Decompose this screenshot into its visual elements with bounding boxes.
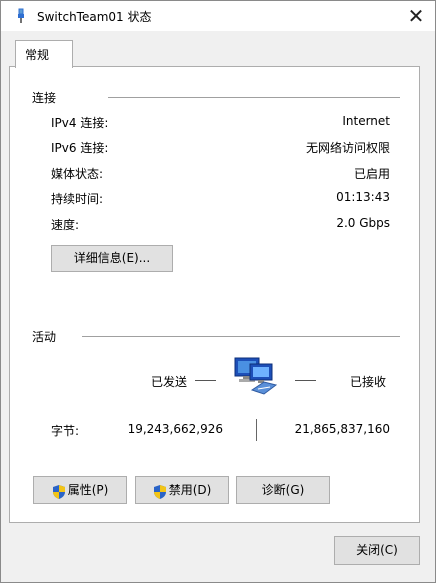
details-button[interactable]: 详细信息(E)... xyxy=(51,245,173,272)
diagnose-button[interactable]: 诊断(G) xyxy=(236,476,330,504)
media-state-label: 媒体状态: xyxy=(51,167,104,181)
disable-button-label: 禁用(D) xyxy=(168,483,212,497)
tab-panel-general: 连接 IPv4 连接: Internet IPv6 连接: 无网络访问权限 媒体… xyxy=(9,66,420,523)
properties-button-label: 属性(P) xyxy=(67,483,109,497)
received-dash xyxy=(295,380,316,381)
window-title: SwitchTeam01 状态 xyxy=(37,10,152,24)
uac-shield-icon xyxy=(153,483,167,499)
speed-value: 2.0 Gbps xyxy=(336,216,390,230)
tab-label: 常规 xyxy=(25,48,50,62)
ipv4-value: Internet xyxy=(342,114,390,128)
activity-section-label: 活动 xyxy=(32,330,57,344)
duration-label: 持续时间: xyxy=(51,192,104,206)
status-window: SwitchTeam01 状态 ✕ 常规 连接 IPv4 连接: Interne… xyxy=(0,0,436,583)
received-label: 已接收 xyxy=(350,375,387,389)
ipv6-value: 无网络访问权限 xyxy=(305,141,390,155)
close-button-label: 关闭(C) xyxy=(356,543,398,557)
duration-value: 01:13:43 xyxy=(336,190,390,204)
disable-button[interactable]: 禁用(D) xyxy=(135,476,229,504)
diagnose-button-label: 诊断(G) xyxy=(261,483,305,497)
ipv4-label: IPv4 连接: xyxy=(51,116,109,130)
uac-shield-icon xyxy=(52,483,66,499)
network-computers-icon xyxy=(230,354,282,398)
bytes-separator xyxy=(256,419,257,441)
details-button-label: 详细信息(E)... xyxy=(73,251,151,265)
speed-label: 速度: xyxy=(51,218,80,232)
activity-divider xyxy=(82,336,400,337)
network-adapter-icon xyxy=(13,8,29,24)
bytes-sent-value: 19,243,662,926 xyxy=(127,422,223,436)
sent-dash xyxy=(195,380,216,381)
close-window-button[interactable]: ✕ xyxy=(397,1,435,31)
media-state-value: 已启用 xyxy=(353,167,390,181)
tab-general[interactable]: 常规 xyxy=(15,40,73,68)
bytes-received-value: 21,865,837,160 xyxy=(294,422,390,436)
bytes-label: 字节: xyxy=(51,424,80,438)
close-button[interactable]: 关闭(C) xyxy=(334,536,420,565)
connection-divider xyxy=(108,97,400,98)
title-bar: SwitchTeam01 状态 ✕ xyxy=(1,1,435,31)
ipv6-label: IPv6 连接: xyxy=(51,141,109,155)
sent-label: 已发送 xyxy=(151,375,188,389)
connection-section-label: 连接 xyxy=(32,91,57,105)
properties-button[interactable]: 属性(P) xyxy=(33,476,127,504)
